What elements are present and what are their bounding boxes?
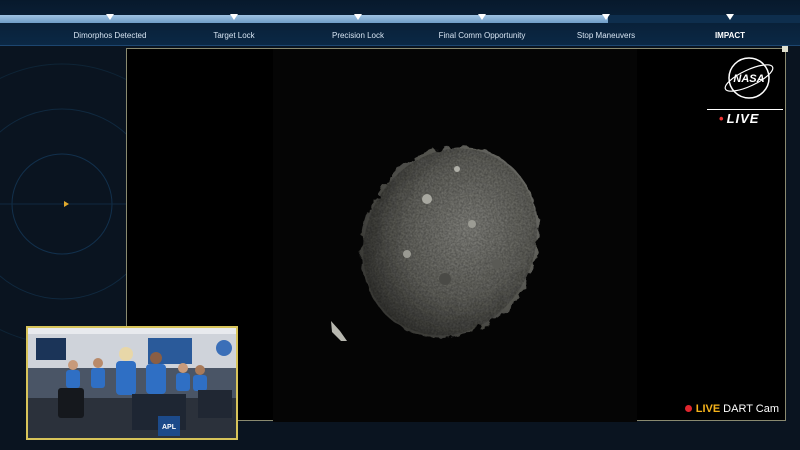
milestone-dimorphos-detected: Dimorphos Detected (50, 14, 170, 40)
mission-timeline: Dimorphos Detected Target Lock Precision… (0, 0, 800, 46)
milestone-marker-icon (230, 14, 238, 20)
milestone-stop-maneuvers: Stop Maneuvers (546, 14, 666, 40)
milestone-label: Precision Lock (331, 31, 385, 40)
milestone-marker-icon (602, 14, 610, 20)
milestone-marker-icon (106, 14, 114, 20)
recording-dot-icon (684, 405, 692, 412)
mission-control-room-image: APL (28, 328, 236, 438)
milestone-marker-icon (354, 14, 362, 20)
milestone-label: Target Lock (213, 31, 255, 40)
live-dot-icon: • (719, 111, 725, 126)
apl-flag-text: APL (162, 424, 177, 431)
milestone-label: Final Comm Opportunity (438, 31, 526, 40)
milestone-precision-lock: Precision Lock (298, 14, 418, 40)
milestone-final-comm-opportunity: Final Comm Opportunity (422, 14, 542, 40)
nasa-logo-text: NASA (733, 73, 764, 85)
live-badge-text: LIVE (726, 111, 760, 126)
frame-corner-marker (782, 46, 788, 52)
camera-live-text: LIVE (695, 403, 721, 415)
milestone-label: IMPACT (714, 31, 746, 40)
mission-control-pip-video: APL (26, 326, 238, 440)
milestone-target-lock: Target Lock (174, 14, 294, 40)
milestone-marker-icon (478, 14, 486, 20)
live-divider (707, 109, 783, 110)
nasa-logo: NASA (724, 57, 774, 99)
milestone-label: Stop Maneuvers (576, 31, 636, 40)
milestone-impact: IMPACT (670, 14, 790, 40)
camera-name: DART Cam (723, 403, 779, 415)
milestone-label: Dimorphos Detected (73, 31, 147, 40)
camera-label: LIVE DART Cam (684, 403, 779, 415)
milestone-marker-icon (726, 14, 734, 20)
live-badge: • LIVE (719, 111, 759, 126)
target-reticle-icon (64, 201, 69, 207)
